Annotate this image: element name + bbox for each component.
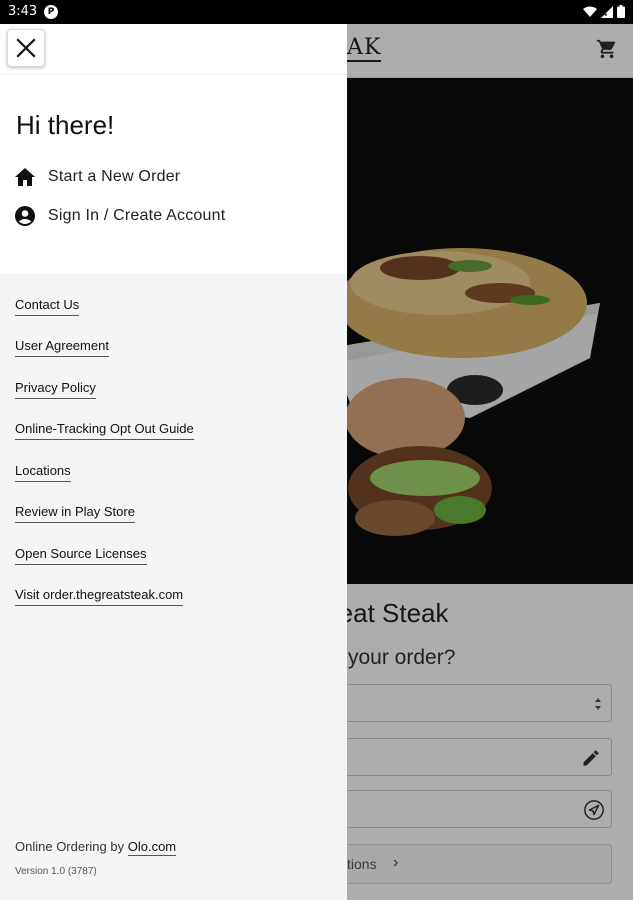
account-circle-icon [14, 205, 36, 227]
link-open-source-licenses[interactable]: Open Source Licenses [15, 546, 147, 565]
drawer-header: Hi there! Start a New Order Sign In / Cr… [0, 24, 347, 274]
status-time: 3:43 [8, 4, 38, 19]
link-locations[interactable]: Locations [15, 463, 71, 482]
navigation-drawer: Hi there! Start a New Order Sign In / Cr… [0, 24, 347, 900]
menu-item-sign-in[interactable]: Sign In / Create Account [14, 204, 225, 228]
home-icon [14, 166, 36, 188]
notification-icon: P [44, 5, 58, 19]
menu-item-label: Sign In / Create Account [48, 207, 226, 224]
link-opt-out-guide[interactable]: Online-Tracking Opt Out Guide [15, 421, 194, 440]
link-privacy-policy[interactable]: Privacy Policy [15, 380, 96, 399]
version-text: Version 1.0 (3787) [15, 866, 97, 877]
close-button[interactable] [7, 29, 45, 67]
link-review-play-store[interactable]: Review in Play Store [15, 504, 135, 523]
footer-credit: Online Ordering by Olo.com [15, 839, 177, 856]
signal-icon [601, 5, 613, 18]
link-user-agreement[interactable]: User Agreement [15, 338, 109, 357]
menu-item-start-order[interactable]: Start a New Order [14, 165, 180, 189]
footer-prefix: Online Ordering by [15, 839, 128, 854]
link-olo[interactable]: Olo.com [127, 839, 177, 856]
link-contact-us[interactable]: Contact Us [15, 297, 80, 316]
menu-item-label: Start a New Order [48, 168, 181, 185]
link-visit-website[interactable]: Visit order.thegreatsteak.com [15, 587, 184, 606]
greeting-heading: Hi there! [16, 110, 115, 140]
wifi-icon [583, 6, 597, 17]
battery-icon [617, 5, 625, 18]
status-bar: 3:43 P [0, 0, 633, 24]
close-icon [16, 38, 36, 58]
